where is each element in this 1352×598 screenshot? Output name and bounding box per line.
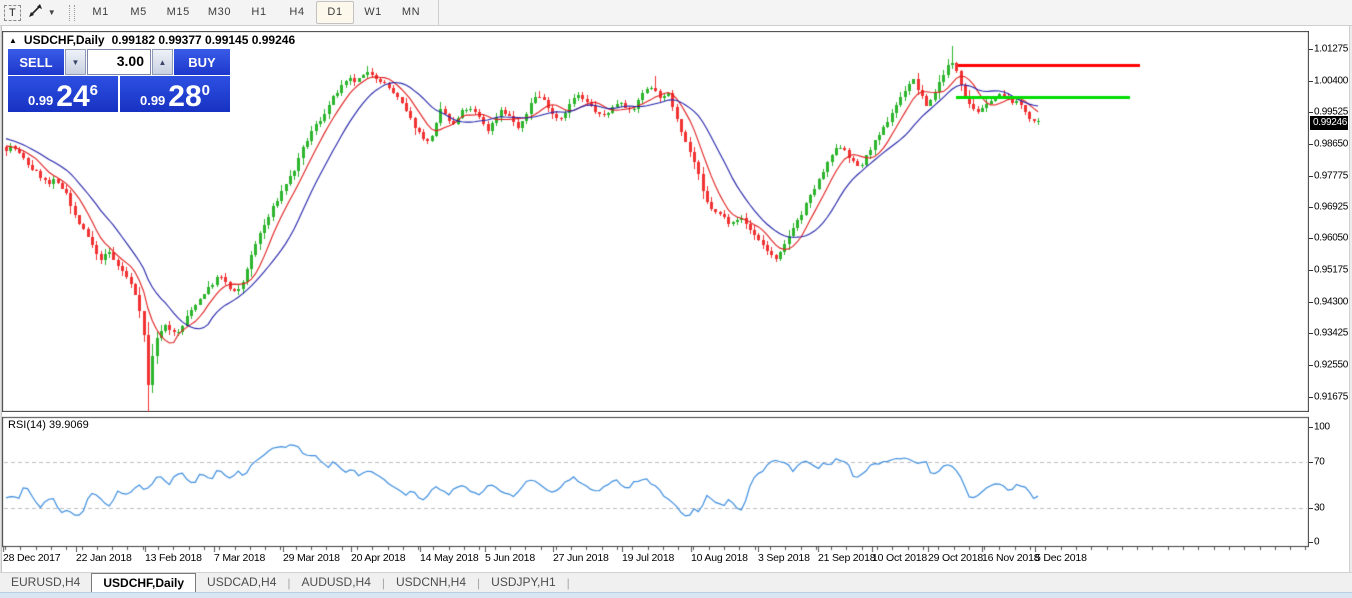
text-tool-icon: T <box>4 5 21 21</box>
rsi-axis-label: 30 <box>1314 502 1325 513</box>
rsi-axis-tick <box>1309 542 1313 543</box>
current-price-tag: 0.99246 <box>1310 116 1348 130</box>
date-axis-label: 21 Sep 2018 <box>818 552 875 564</box>
symbol-period-label: USDCHF,Daily <box>24 33 105 47</box>
date-axis-label: 29 Mar 2018 <box>283 552 340 564</box>
date-axis-label: 3 Sep 2018 <box>758 552 810 564</box>
price-axis-tick <box>1309 333 1313 334</box>
collapse-triangle-icon[interactable]: ▲ <box>9 36 17 45</box>
sell-price-pip: 6 <box>90 83 98 98</box>
volume-up-button[interactable]: ▲ <box>152 49 173 75</box>
date-axis-label: 5 Dec 2018 <box>1035 552 1087 564</box>
chart-tab-usdchf[interactable]: USDCHF,Daily <box>91 573 196 592</box>
tf-button-d1[interactable]: D1 <box>316 1 354 24</box>
price-axis-label: 0.93425 <box>1314 328 1348 339</box>
price-axis-tick <box>1309 238 1313 239</box>
chart-tab-eurusd[interactable]: EURUSD,H4 <box>0 573 91 592</box>
tf-button-m5[interactable]: M5 <box>120 1 158 24</box>
rsi-axis-label: 0 <box>1314 537 1319 548</box>
chart-tab-bar: EURUSD,H4USDCHF,DailyUSDCAD,H4 | AUDUSD,H4… <box>0 572 1352 592</box>
tf-button-mn[interactable]: MN <box>392 1 430 24</box>
price-axis-tick <box>1309 302 1313 303</box>
date-axis-label: 16 Nov 2018 <box>982 552 1039 564</box>
arrow-objects-icon <box>28 3 43 23</box>
sell-price-prefix: 0.99 <box>28 91 53 110</box>
chart-title: ▲ USDCHF,Daily 0.99182 0.99377 0.99145 0… <box>9 33 295 47</box>
price-axis-label: 0.91675 <box>1314 391 1348 402</box>
arrow-objects-button[interactable] <box>28 3 43 23</box>
tf-button-m30[interactable]: M30 <box>199 1 240 24</box>
volume-down-button[interactable]: ▼ <box>65 49 86 75</box>
price-axis-label: 1.00400 <box>1314 75 1348 86</box>
date-axis-label: 10 Oct 2018 <box>872 552 927 564</box>
price-axis-label: 0.98650 <box>1314 139 1348 150</box>
rsi-axis-tick <box>1309 508 1313 509</box>
price-axis-label: 0.97775 <box>1314 170 1348 181</box>
chart-tab-usdjpy[interactable]: USDJPY,H1 <box>480 573 566 592</box>
date-axis-label: 7 Mar 2018 <box>214 552 265 564</box>
price-axis-tick <box>1309 270 1313 271</box>
arrow-objects-dropdown[interactable]: ▼ <box>45 3 59 23</box>
rsi-chart-canvas[interactable] <box>2 415 1309 552</box>
sell-price-big: 24 <box>56 83 89 110</box>
buy-button[interactable]: BUY <box>174 49 230 75</box>
chart-tab-usdcad[interactable]: USDCAD,H4 <box>196 573 287 592</box>
date-axis-label: 14 May 2018 <box>420 552 479 564</box>
price-axis-tick <box>1309 49 1313 50</box>
buy-price-button[interactable]: 0.99 28 0 <box>120 76 230 112</box>
window-left-border <box>0 26 2 572</box>
chart-tab-usdcnh[interactable]: USDCNH,H4 <box>385 573 477 592</box>
date-axis-label: 22 Jan 2018 <box>76 552 132 564</box>
date-axis-label: 19 Jul 2018 <box>622 552 674 564</box>
price-axis-label: 0.94300 <box>1314 296 1348 307</box>
sell-button[interactable]: SELL <box>8 49 64 75</box>
price-axis-tick <box>1309 397 1313 398</box>
tab-separator: | <box>567 574 570 592</box>
volume-input[interactable]: 3.00 <box>87 49 151 75</box>
top-toolbar: T ▼ M1M5M15M30H1H4D1W1MN <box>0 0 1352 26</box>
rsi-axis-tick <box>1309 462 1313 463</box>
buy-price-pip: 0 <box>202 83 210 98</box>
rsi-axis-label: 70 <box>1314 456 1325 467</box>
date-axis-label: 28 Dec 2017 <box>3 552 60 564</box>
text-tool-button[interactable]: T <box>4 3 21 23</box>
tf-button-h1[interactable]: H1 <box>240 1 278 24</box>
rsi-axis-tick <box>1309 427 1313 428</box>
status-strip <box>0 592 1352 598</box>
rsi-axis-label: 100 <box>1314 422 1330 433</box>
tf-button-w1[interactable]: W1 <box>354 1 392 24</box>
tf-button-h4[interactable]: H4 <box>278 1 316 24</box>
toolbar-grip <box>69 5 75 21</box>
rsi-indicator-label: RSI(14) 39.9069 <box>8 419 89 431</box>
price-axis-label: 0.96050 <box>1314 233 1348 244</box>
date-axis-label: 29 Oct 2018 <box>928 552 983 564</box>
price-axis-label: 0.96925 <box>1314 201 1348 212</box>
date-axis-label: 13 Feb 2018 <box>145 552 202 564</box>
date-axis-label: 5 Jun 2018 <box>485 552 535 564</box>
date-axis-label: 10 Aug 2018 <box>691 552 748 564</box>
date-axis-label: 27 Jun 2018 <box>553 552 609 564</box>
tf-button-m1[interactable]: M1 <box>82 1 120 24</box>
date-axis-label: 20 Apr 2018 <box>351 552 405 564</box>
price-axis-tick <box>1309 144 1313 145</box>
buy-price-prefix: 0.99 <box>140 91 165 110</box>
price-axis-label: 0.92550 <box>1314 360 1348 371</box>
one-click-trade-panel: SELL ▼ 3.00 ▲ BUY 0.99 24 6 0.99 28 0 <box>8 49 230 112</box>
ohlc-values: 0.99182 0.99377 0.99145 0.99246 <box>112 33 296 47</box>
price-axis-tick <box>1309 207 1313 208</box>
price-axis-label: 1.01275 <box>1314 44 1348 55</box>
tf-button-m15[interactable]: M15 <box>158 1 199 24</box>
price-axis-tick <box>1309 176 1313 177</box>
price-axis-tick <box>1309 365 1313 366</box>
dropdown-caret-icon: ▼ <box>48 8 56 17</box>
chart-tab-audusd[interactable]: AUDUSD,H4 <box>291 573 382 592</box>
price-axis-tick <box>1309 112 1313 113</box>
price-axis-tick <box>1309 81 1313 82</box>
price-axis-label: 0.95175 <box>1314 265 1348 276</box>
sell-price-button[interactable]: 0.99 24 6 <box>8 76 118 112</box>
buy-price-big: 28 <box>168 83 201 110</box>
timeframe-group: M1M5M15M30H1H4D1W1MN <box>82 0 439 26</box>
